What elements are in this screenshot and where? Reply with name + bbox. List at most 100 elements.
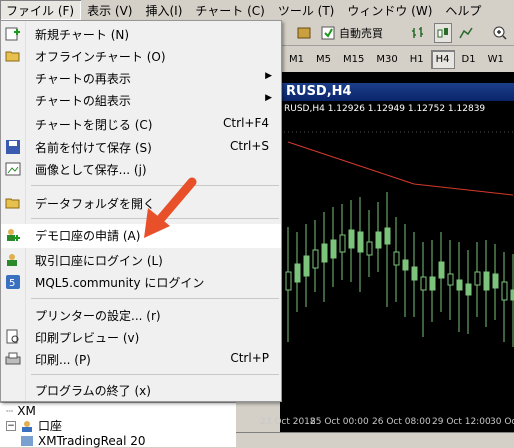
candle-body [303, 255, 310, 277]
tf-m15[interactable]: M15 [338, 50, 369, 69]
candle-body [348, 229, 355, 249]
menu-item-shortcut: Ctrl+P [230, 351, 269, 365]
accounts-icon [22, 420, 32, 432]
menu-item-label: 名前を付けて保存 (S) [35, 141, 152, 155]
candle-chart-icon [437, 28, 448, 38]
tf-h1[interactable]: H1 [405, 50, 429, 69]
menu-item-label: 新規チャート (N) [35, 28, 130, 42]
menu-item-label: プリンターの設定... (r) [35, 309, 161, 323]
image-save-icon [5, 162, 21, 176]
menu-item-exit[interactable]: プログラムの終了 (x) [1, 379, 281, 401]
zoom-in-icon [493, 26, 507, 40]
nav-item-label: 口座 [38, 419, 63, 433]
price-chart[interactable] [280, 72, 514, 432]
menu-item-offline-chart[interactable]: オフラインチャート (O) [1, 45, 281, 67]
x-tick-label: 23 Oct 2018 [260, 417, 316, 427]
menu-item-print-preview[interactable]: 印刷プレビュー (v) [1, 326, 281, 348]
nav-item-xm[interactable]: ┄ XM [0, 403, 236, 418]
menu-item-label: データフォルダを開く [35, 197, 156, 211]
navigator-tree: ┄ XM − 口座 XMTradingReal 20 [0, 402, 236, 448]
tf-m1[interactable]: M1 [284, 50, 309, 69]
menu-item-label: オフラインチャート (O) [35, 50, 166, 64]
menu-item-label: 取引口座にログイン (L) [35, 254, 163, 268]
nav-item-accounts[interactable]: − 口座 [0, 418, 236, 433]
mql5-icon: 5 [6, 275, 20, 289]
candle-body [366, 241, 373, 256]
x-tick-label: 25 Oct 00:00 [310, 417, 369, 427]
tf-d1[interactable]: D1 [457, 50, 481, 69]
menu-insert[interactable]: 挿入(I) [139, 0, 189, 20]
menu-item-shortcut: Ctrl+F4 [223, 116, 269, 130]
autotrade-button[interactable]: 自動売買 [320, 23, 383, 43]
candle-body [501, 281, 508, 301]
menu-file[interactable]: ファイル (F) [0, 0, 82, 20]
candle-body [447, 273, 454, 286]
bar-chart-icon [412, 27, 423, 38]
candle-chart-button[interactable] [434, 23, 452, 43]
menu-item-chart-group[interactable]: チャートの組表示 ▶ [1, 89, 281, 111]
print-icon [5, 352, 21, 365]
menu-item-printer-setup[interactable]: プリンターの設定... (r) [1, 304, 281, 326]
tf-w1[interactable]: W1 [483, 50, 509, 69]
menu-item-login-trade[interactable]: 取引口座にログイン (L) [1, 249, 281, 271]
collapse-icon: − [6, 420, 16, 431]
menu-item-chart-redisplay[interactable]: チャートの再表示 ▶ [1, 67, 281, 89]
candle-body [321, 243, 328, 263]
menu-item-label: プログラムの終了 (x) [35, 384, 151, 398]
login-icon [7, 254, 17, 266]
moving-average-line [287, 141, 514, 196]
annotation-arrow-icon [144, 177, 197, 238]
candlestick-plot [280, 131, 514, 347]
autotrade-icon [321, 26, 335, 40]
candle-body [474, 271, 481, 286]
menu-item-login-mql5[interactable]: 5 MQL5.community にログイン [1, 271, 281, 293]
chart-title: RUSD,H4 [280, 83, 514, 101]
menu-view[interactable]: 表示 (V) [81, 0, 139, 20]
candle-body [411, 266, 418, 281]
timeframe-bar: M1 M5 M15 M30 H1 H4 D1 W1 MN [280, 47, 514, 71]
tf-h4[interactable]: H4 [430, 49, 455, 69]
new-chart-icon [5, 27, 20, 41]
menu-item-label: 画像として保存... (j) [35, 163, 147, 177]
navigator-button[interactable] [296, 23, 312, 43]
menu-item-close-chart[interactable]: チャートを閉じる (C) Ctrl+F4 [1, 113, 281, 135]
svg-text:5: 5 [9, 278, 15, 289]
ohlc-readout: RUSD,H4 1.12926 1.12949 1.12752 1.12839 [284, 104, 486, 114]
menu-item-label: チャートを閉じる (C) [35, 118, 153, 132]
candle-body [483, 271, 490, 291]
bar-chart-button[interactable] [410, 23, 426, 43]
menu-item-label: デモ口座の申請 (A) [35, 229, 141, 243]
nav-item-label: XMTradingReal 20 [38, 433, 146, 448]
menu-window[interactable]: ウィンドウ (W) [341, 0, 439, 20]
candle-body [339, 234, 346, 253]
candle-body [384, 227, 391, 245]
book-icon [297, 27, 311, 39]
candle-body [420, 276, 427, 291]
menu-item-label: MQL5.community にログイン [35, 276, 205, 290]
menu-item-print[interactable]: 印刷... (P) Ctrl+P [1, 348, 281, 370]
menu-item-new-chart[interactable]: 新規チャート (N) [1, 23, 281, 45]
candle-body [393, 251, 400, 266]
menu-item-save-as[interactable]: 名前を付けて保存 (S) Ctrl+S [1, 136, 281, 158]
menu-separator [31, 298, 279, 299]
nav-item-label: XM [17, 403, 36, 418]
menu-item-label: チャートの再表示 [35, 72, 131, 86]
tf-m5[interactable]: M5 [311, 50, 336, 69]
demo-account-icon [7, 229, 20, 241]
menu-tools[interactable]: ツール (T) [272, 0, 342, 20]
menu-separator [31, 374, 279, 375]
x-tick-label: 29 Oct 12:00 [432, 417, 491, 427]
candle-body [429, 276, 436, 291]
menu-item-label: 印刷... (P) [35, 353, 91, 367]
tree-line-icon: ┄ [6, 403, 14, 418]
line-chart-button[interactable] [458, 23, 474, 43]
submenu-arrow-icon: ▶ [265, 93, 272, 103]
zoom-in-button[interactable] [492, 23, 508, 43]
menu-help[interactable]: ヘルプ [439, 0, 488, 20]
print-preview-icon [6, 329, 19, 344]
nav-item-real-account[interactable]: XMTradingReal 20 [0, 433, 236, 448]
candle-body [285, 271, 292, 291]
menu-chart[interactable]: チャート (C) [189, 0, 271, 20]
folder-open-icon [5, 51, 20, 62]
tf-m30[interactable]: M30 [371, 50, 402, 69]
